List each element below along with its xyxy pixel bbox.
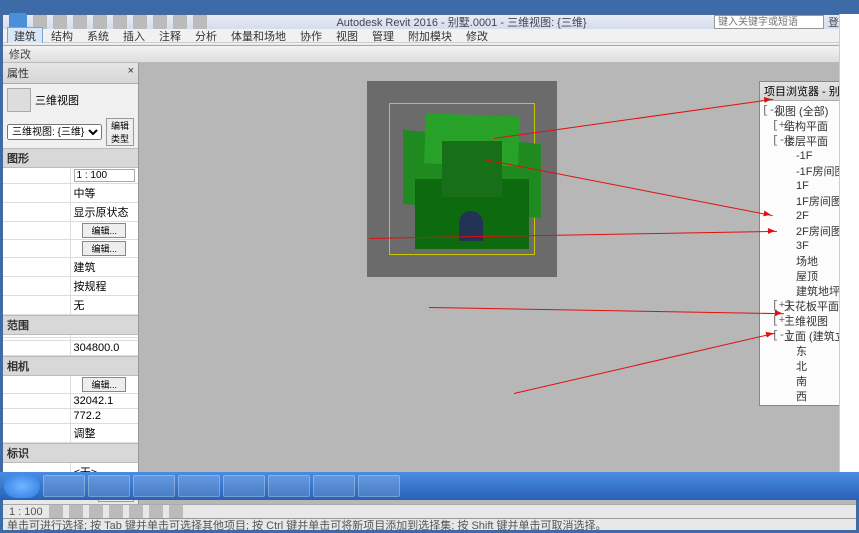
task-item[interactable] bbox=[268, 475, 310, 497]
model-view[interactable] bbox=[367, 81, 557, 277]
tab-annotate[interactable]: 注释 bbox=[153, 28, 187, 44]
windows-taskbar[interactable] bbox=[0, 472, 859, 500]
edit-button[interactable]: 编辑... bbox=[82, 223, 126, 238]
tab-systems[interactable]: 系统 bbox=[81, 28, 115, 44]
view-type-icon bbox=[7, 88, 31, 112]
task-item[interactable] bbox=[133, 475, 175, 497]
instance-selector[interactable]: 三维视图: {三维} bbox=[7, 124, 102, 140]
edit-button[interactable]: 编辑... bbox=[82, 241, 126, 256]
task-item[interactable] bbox=[88, 475, 130, 497]
status-bar: 单击可进行选择; 按 Tab 键并单击可选择其他项目; 按 Ctrl 键并单击可… bbox=[3, 518, 856, 530]
app-window: Autodesk Revit 2016 - 别墅.0001 - 三维视图: {三… bbox=[2, 14, 857, 498]
section-graphics[interactable]: 图形 bbox=[3, 148, 138, 168]
annotation-arrow bbox=[429, 307, 784, 314]
content-area: 属性 × 三维视图 三维视图: {三维} 编辑类型 图形 中等 显示原状态 编辑.… bbox=[3, 63, 856, 504]
edit-type-button[interactable]: 编辑类型 bbox=[106, 118, 134, 146]
building-model[interactable] bbox=[387, 101, 537, 257]
ribbon-tabs: 建筑 结构 系统 插入 注释 分析 体量和场地 协作 视图 管理 附加模块 修改 bbox=[3, 29, 856, 43]
right-sidebar bbox=[839, 14, 859, 474]
tab-massing[interactable]: 体量和场地 bbox=[225, 28, 292, 44]
properties-title: 属性 bbox=[7, 65, 29, 81]
help-search-input[interactable] bbox=[714, 15, 824, 29]
task-item[interactable] bbox=[178, 475, 220, 497]
start-button[interactable] bbox=[4, 474, 40, 498]
tab-structure[interactable]: 结构 bbox=[45, 28, 79, 44]
scale-input[interactable] bbox=[74, 169, 136, 182]
tab-analyze[interactable]: 分析 bbox=[189, 28, 223, 44]
section-id[interactable]: 标识 bbox=[3, 443, 138, 463]
view-type-label: 三维视图 bbox=[35, 92, 79, 108]
section-camera[interactable]: 相机 bbox=[3, 356, 138, 376]
section-extent[interactable]: 范围 bbox=[3, 315, 138, 335]
tab-manage[interactable]: 管理 bbox=[366, 28, 400, 44]
options-bar: 修改 bbox=[3, 46, 856, 63]
close-icon[interactable]: × bbox=[128, 65, 134, 81]
tab-view[interactable]: 视图 bbox=[330, 28, 364, 44]
tab-addins[interactable]: 附加模块 bbox=[402, 28, 458, 44]
tab-architecture[interactable]: 建筑 bbox=[7, 27, 43, 45]
edit-button[interactable]: 编辑... bbox=[82, 377, 126, 392]
task-item[interactable] bbox=[43, 475, 85, 497]
viewport[interactable]: 项目浏览器 - 别墅.0001× [-]视图 (全部)[+]结构平面[-]楼层平… bbox=[139, 63, 856, 504]
properties-panel: 属性 × 三维视图 三维视图: {三维} 编辑类型 图形 中等 显示原状态 编辑.… bbox=[3, 63, 139, 504]
tab-modify[interactable]: 修改 bbox=[460, 28, 494, 44]
annotation-arrow bbox=[514, 333, 775, 394]
task-item[interactable] bbox=[358, 475, 400, 497]
tab-insert[interactable]: 插入 bbox=[117, 28, 151, 44]
property-grid: 图形 中等 显示原状态 编辑... 编辑... 建筑 按规程 无 范围 3048… bbox=[3, 148, 138, 482]
task-item[interactable] bbox=[223, 475, 265, 497]
task-item[interactable] bbox=[313, 475, 355, 497]
tab-collaborate[interactable]: 协作 bbox=[294, 28, 328, 44]
